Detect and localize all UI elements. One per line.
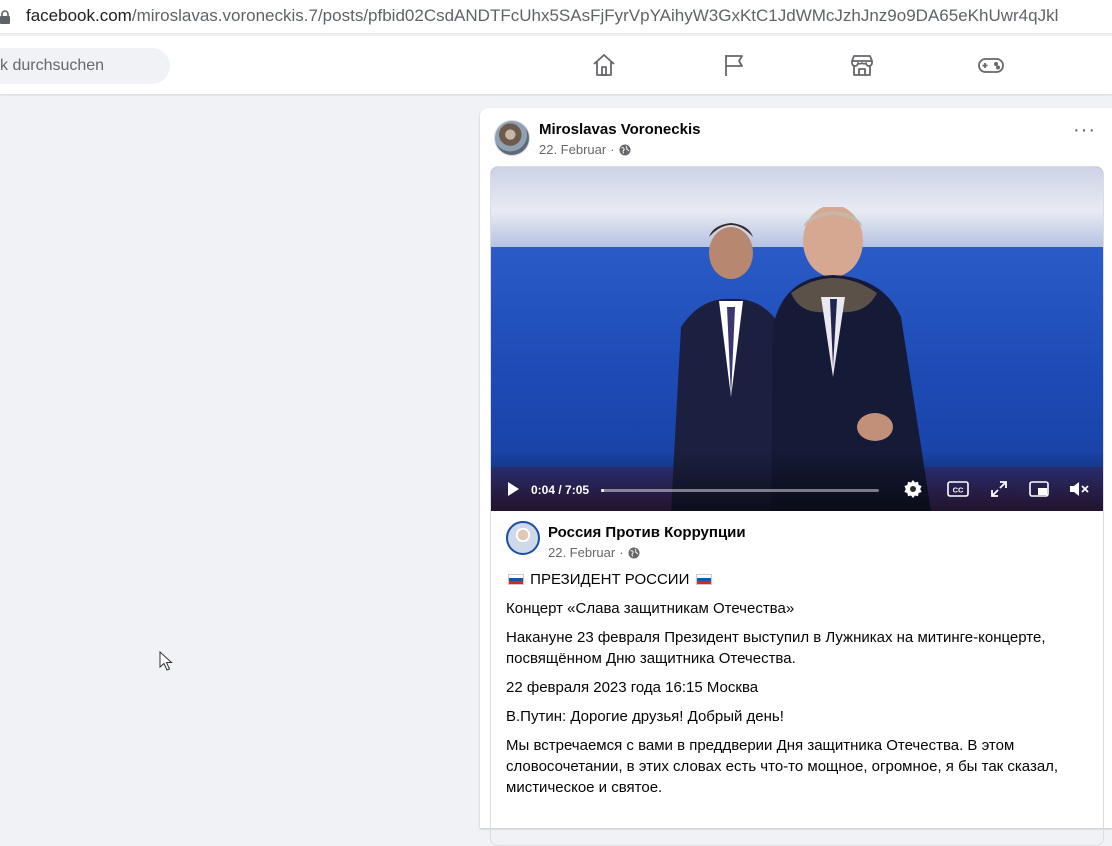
play-icon[interactable] xyxy=(505,481,521,497)
browser-address-bar[interactable]: facebook.com/miroslavas.voroneckis.7/pos… xyxy=(0,0,1112,34)
post-meta: 22. Februar · xyxy=(539,142,631,157)
video-controls: 0:04 / 7:05 CC xyxy=(491,467,1103,511)
shared-date[interactable]: 22. Februar xyxy=(548,545,615,560)
meta-separator: · xyxy=(610,142,615,157)
url-host: facebook.com xyxy=(26,6,132,25)
url-text[interactable]: facebook.com/miroslavas.voroneckis.7/pos… xyxy=(26,6,1058,26)
avatar[interactable] xyxy=(494,120,530,156)
paragraph: Накануне 23 февраля Президент выступил в… xyxy=(506,629,1046,667)
marketplace-icon[interactable] xyxy=(847,50,877,80)
paragraph: В.Путин: Дорогие друзья! Добрый день! xyxy=(506,708,784,725)
russia-flag-icon xyxy=(695,574,712,585)
home-icon[interactable] xyxy=(589,50,619,80)
svg-text:CC: CC xyxy=(953,486,964,495)
lock-icon xyxy=(0,10,10,24)
video-player[interactable]: 0:04 / 7:05 CC xyxy=(491,167,1103,511)
video-progress-fill xyxy=(601,489,604,492)
pages-flag-icon[interactable] xyxy=(719,50,749,80)
mute-icon[interactable] xyxy=(1068,479,1090,499)
paragraph: Мы встречаемся с вами в преддверии Дня з… xyxy=(506,737,1059,796)
captions-icon[interactable]: CC xyxy=(947,479,969,499)
shared-page-avatar[interactable] xyxy=(506,521,540,555)
facebook-top-nav: k durchsuchen xyxy=(0,36,1112,94)
more-options-icon[interactable]: ··· xyxy=(1073,120,1096,140)
shared-post-text: ПРЕЗИДЕНТ РОССИИ Концерт «Слава защитник… xyxy=(506,569,1091,806)
globe-icon xyxy=(628,547,640,558)
shared-author[interactable]: Россия Против Коррупции xyxy=(548,524,746,541)
headline-text: ПРЕЗИДЕНТ РОССИИ xyxy=(530,571,690,588)
paragraph: Концерт «Слава защитникам Отечества» xyxy=(506,600,795,617)
video-progress-bar[interactable] xyxy=(601,489,879,492)
url-path: /miroslavas.voroneckis.7/posts/pfbid02Cs… xyxy=(131,6,1059,25)
post-date[interactable]: 22. Februar xyxy=(539,142,606,157)
settings-gear-icon[interactable] xyxy=(902,479,924,499)
headline-line: ПРЕЗИДЕНТ РОССИИ xyxy=(506,569,1091,590)
post-author[interactable]: Miroslavas Voroneckis xyxy=(539,121,700,138)
shared-meta-separator: · xyxy=(619,545,624,560)
mouse-cursor-icon xyxy=(159,651,173,671)
fullscreen-icon[interactable] xyxy=(988,479,1010,499)
gaming-icon[interactable] xyxy=(976,50,1006,80)
video-time: 0:04 / 7:05 xyxy=(531,483,590,497)
shared-meta: 22. Februar · xyxy=(548,545,640,560)
search-placeholder: k durchsuchen xyxy=(0,57,105,74)
miniplayer-icon[interactable] xyxy=(1028,479,1050,499)
search-input[interactable]: k durchsuchen xyxy=(0,48,170,84)
shared-post: 0:04 / 7:05 CC Россия Против Коррупции 2… xyxy=(490,166,1104,846)
paragraph: 22 февраля 2023 года 16:15 Москва xyxy=(506,679,759,696)
russia-flag-icon xyxy=(508,574,524,585)
globe-icon xyxy=(619,144,631,155)
post-card: Miroslavas Voroneckis 22. Februar · ··· xyxy=(480,108,1112,846)
